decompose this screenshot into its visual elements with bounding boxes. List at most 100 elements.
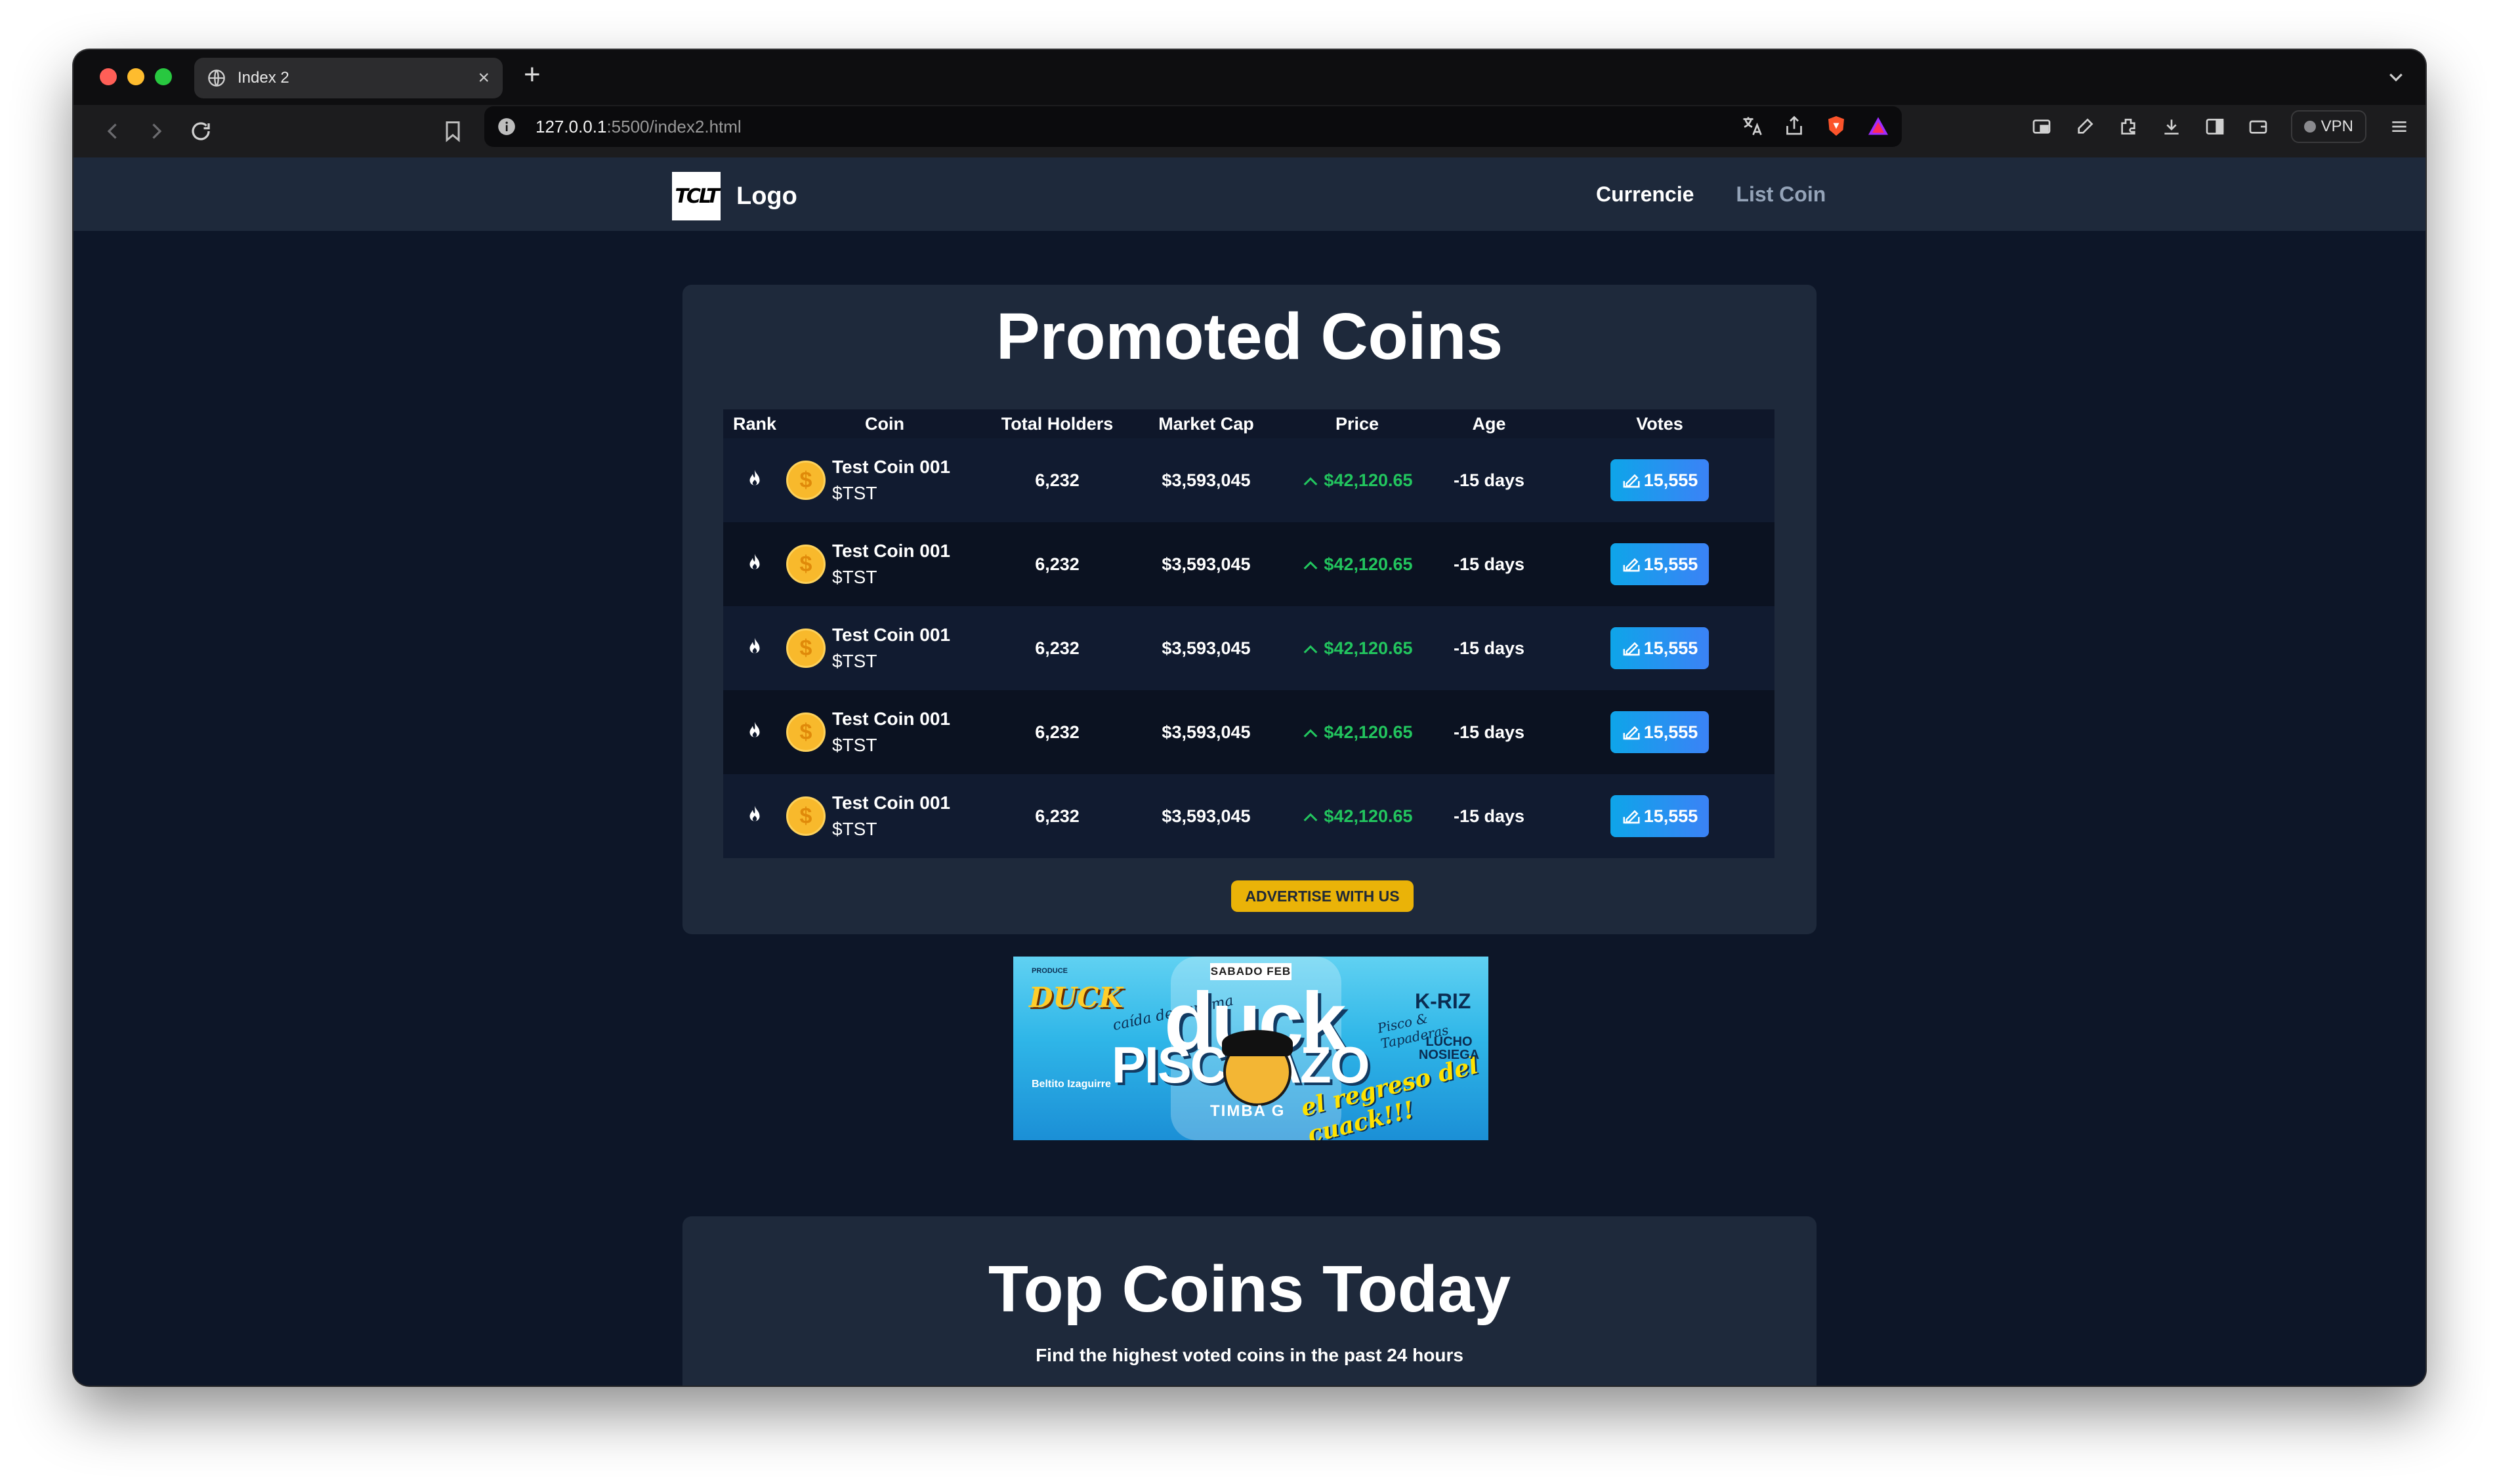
brand[interactable]: TCLT Logo [672,172,797,220]
nav-link-list-coin[interactable]: List Coin [1736,182,1826,207]
tab-list-chevron-icon[interactable] [2386,67,2406,87]
close-tab-icon[interactable]: × [478,68,490,88]
market-cap-cell: $3,593,045 [1162,554,1251,574]
logo-mark: TCLT [672,172,721,220]
holders-cell: 6,232 [1035,722,1080,742]
share-icon[interactable] [1782,114,1806,138]
header-coin: Coin [786,409,983,438]
site-info-icon[interactable] [497,117,516,136]
price-up-arrow-icon [1304,645,1318,654]
header-market-cap: Market Cap [1131,409,1281,438]
vote-button[interactable]: 15,555 [1610,459,1709,501]
price-value: $42,120.65 [1324,806,1413,826]
table-row[interactable]: $ Test Coin 001 $TST 6,232 $3,593,045 $42,120… [723,690,1774,774]
coin-cell[interactable]: $ Test Coin 001 $TST [786,774,983,858]
coin-ticker: $TST [832,735,877,755]
top-coins-subtitle: Find the highest voted coins in the past… [1036,1345,1463,1365]
table-row[interactable]: $ Test Coin 001 $TST 6,232 $3,593,045 $42,120… [723,438,1774,522]
eyedropper-icon[interactable] [2074,116,2095,137]
brave-rewards-icon[interactable] [1866,114,1890,138]
back-icon[interactable] [101,119,125,143]
nav-link-currencie[interactable]: Currencie [1596,182,1694,207]
coin-icon: $ [786,796,826,836]
coin-name: Test Coin 001 [832,709,950,729]
top-coins-title: Top Coins Today [988,1252,1511,1326]
vote-button[interactable]: 15,555 [1610,711,1709,753]
vote-icon [1623,810,1640,824]
table-header-row: Rank Coin Total Holders Market Cap Price… [723,409,1774,438]
browser-tab[interactable]: Index 2 × [194,58,503,98]
new-tab-button[interactable]: + [524,60,541,89]
price-cell: $42,120.65 [1281,522,1433,606]
header-votes: Votes [1545,409,1774,438]
rank-cell [723,690,786,774]
age-cell: -15 days [1453,806,1525,826]
forward-icon[interactable] [144,119,168,143]
sidebar-icon[interactable] [2204,116,2225,137]
coin-icon: $ [786,629,826,668]
price-cell: $42,120.65 [1281,606,1433,690]
vote-icon [1623,558,1640,572]
address-bar[interactable]: 127.0.0.1:5500/index2.html [484,106,1902,147]
menu-icon[interactable] [2389,116,2410,137]
vpn-label: VPN [2320,117,2353,135]
promoted-coins-table: Rank Coin Total Holders Market Cap Price… [723,409,1774,858]
price-value: $42,120.65 [1324,554,1413,574]
vote-icon [1623,474,1640,488]
rank-cell [723,438,786,522]
rank-cell [723,774,786,858]
price-up-arrow-icon [1304,729,1318,738]
coin-cell[interactable]: $ Test Coin 001 $TST [786,690,983,774]
close-window-button[interactable] [100,68,117,85]
banner-artist-4: Beltito Izaguirre [1032,1079,1111,1090]
url-host: 127.0.0.1 [536,116,607,136]
holders-cell: 6,232 [1035,806,1080,826]
price-value: $42,120.65 [1324,638,1413,658]
votes-cell: 15,555 [1545,522,1774,606]
rank-cell [723,522,786,606]
reload-icon[interactable] [189,119,213,143]
translate-icon[interactable] [1740,114,1764,138]
wallet-icon[interactable] [2248,116,2269,137]
holders-cell: 6,232 [1035,554,1080,574]
coin-cell[interactable]: $ Test Coin 001 $TST [786,438,983,522]
votes-cell: 15,555 [1545,606,1774,690]
vote-icon [1623,726,1640,740]
extensions-icon[interactable] [2118,116,2139,137]
promo-banner[interactable]: PRODUCE SABADO FEB DUCK caída de espuma … [1013,957,1488,1140]
table-row[interactable]: $ Test Coin 001 $TST 6,232 $3,593,045 $42,120… [723,774,1774,858]
coin-cell[interactable]: $ Test Coin 001 $TST [786,606,983,690]
vpn-button[interactable]: VPN [2290,110,2366,143]
minimize-window-button[interactable] [127,68,144,85]
market-cap-cell: $3,593,045 [1162,470,1251,490]
bookmark-icon[interactable] [441,119,465,143]
coin-name: Test Coin 001 [832,541,950,561]
vote-count: 15,555 [1643,554,1698,574]
maximize-window-button[interactable] [155,68,172,85]
flame-icon [749,721,760,737]
banner-artist-2: LUCHO NOSIEGA [1418,1035,1480,1062]
age-cell: -15 days [1453,722,1525,742]
coin-ticker: $TST [832,483,877,503]
coin-icon: $ [786,545,826,584]
picture-in-picture-icon[interactable] [2031,116,2052,137]
brave-shield-icon[interactable] [1824,114,1848,138]
tab-bar: Index 2 × + [74,50,2426,105]
votes-cell: 15,555 [1545,690,1774,774]
web-page: TCLT Logo Currencie List Coin Promoted C… [74,157,2426,1386]
coin-name: Test Coin 001 [832,457,950,477]
advertise-button[interactable]: ADVERTISE WITH US [1231,880,1414,912]
download-icon[interactable] [2161,116,2182,137]
coin-cell[interactable]: $ Test Coin 001 $TST [786,522,983,606]
vote-button[interactable]: 15,555 [1610,543,1709,585]
table-row[interactable]: $ Test Coin 001 $TST 6,232 $3,593,045 $42,120… [723,522,1774,606]
age-cell: -15 days [1453,470,1525,490]
price-cell: $42,120.65 [1281,438,1433,522]
table-body: $ Test Coin 001 $TST 6,232 $3,593,045 $42,120… [723,438,1774,858]
vote-button[interactable]: 15,555 [1610,795,1709,837]
banner-artist-3: TIMBA G [1210,1102,1286,1120]
price-cell: $42,120.65 [1281,690,1433,774]
globe-icon [208,70,225,87]
vote-button[interactable]: 15,555 [1610,627,1709,669]
table-row[interactable]: $ Test Coin 001 $TST 6,232 $3,593,045 $42,120… [723,606,1774,690]
